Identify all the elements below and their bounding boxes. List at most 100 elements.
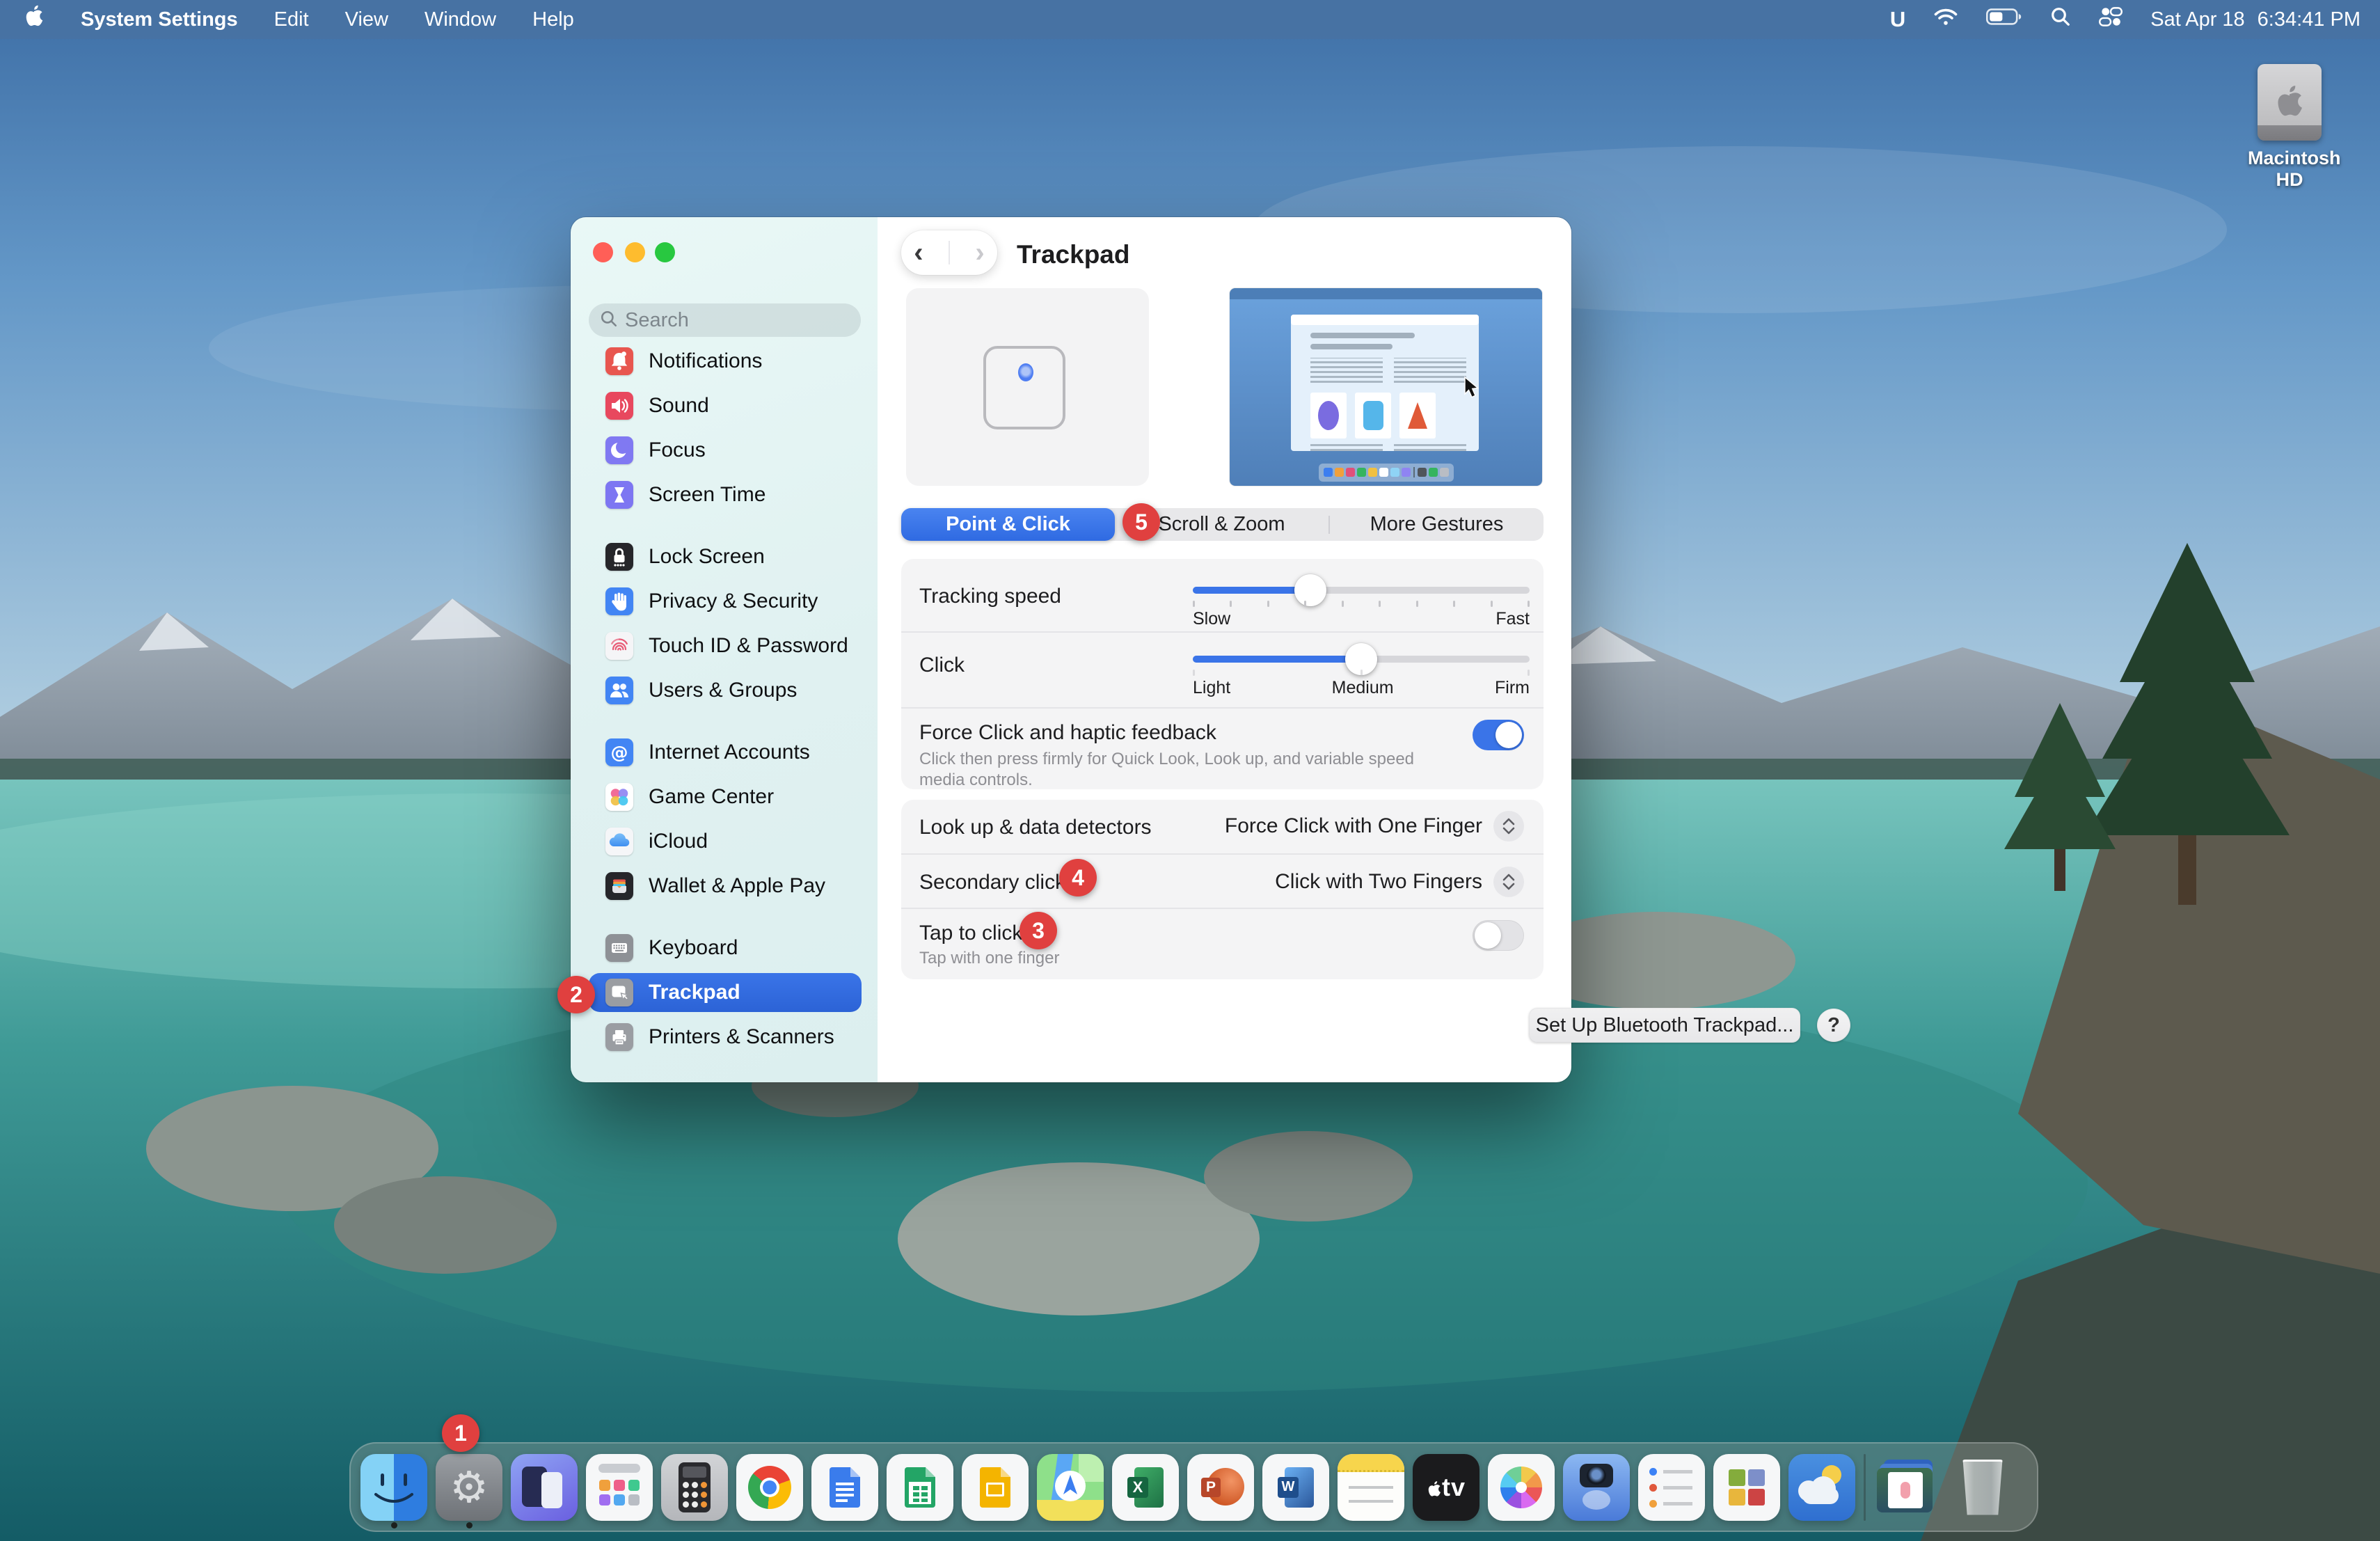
tap-to-click-description: Tap with one finger [919,948,1059,969]
dock-icon-excel[interactable]: X [1112,1454,1179,1521]
tracking-speed-slider[interactable] [1193,587,1530,594]
lock-icon [605,543,633,571]
sidebar-item-focus[interactable]: Focus [571,428,878,473]
menubar-clock[interactable]: Sat Apr 186:34:41 PM [2150,8,2361,31]
dock-icon-weather[interactable] [1788,1454,1855,1521]
menu-edit[interactable]: Edit [274,8,309,31]
sidebar-item-internet-accounts[interactable]: @ Internet Accounts [571,730,878,775]
dock-icon-downloads-stack[interactable] [1874,1454,1941,1521]
click-tick-medium: Medium [1332,678,1394,698]
sidebar-item-icloud[interactable]: iCloud [571,819,878,864]
navigation-pill: ‹ › [901,230,997,275]
dock-icon-word[interactable]: W [1262,1454,1329,1521]
click-pressure-row: Click Light Medium Firm [901,631,1544,707]
sidebar-item-wallet[interactable]: Wallet & Apple Pay [571,864,878,908]
dock-icon-iphone-mirroring[interactable] [511,1454,578,1521]
dock: ⚙ [349,1442,2038,1532]
tap-to-click-label: Tap to click [919,922,1022,945]
menu-window[interactable]: Window [425,8,496,31]
dock-icon-system-settings[interactable]: ⚙ [436,1454,502,1521]
dock-icon-photos[interactable] [1488,1454,1555,1521]
minimize-window-button[interactable] [625,242,645,262]
dock-icon-office-hub[interactable] [1713,1454,1780,1521]
sidebar-item-notifications[interactable]: Notifications [571,339,878,384]
dock-icon-google-sheets[interactable] [887,1454,953,1521]
dock-icon-notes[interactable] [1338,1454,1404,1521]
zoom-window-button[interactable] [655,242,675,262]
menu-help[interactable]: Help [532,8,574,31]
popup-chevrons-icon [1493,811,1524,841]
sidebar-item-game-center[interactable]: Game Center [571,775,878,819]
sidebar-item-sound[interactable]: Sound [571,384,878,428]
page-title: Trackpad [1017,240,1129,269]
desktop-drive-macintosh-hd[interactable]: Macintosh HD [2248,64,2331,191]
tab-point-and-click[interactable]: Point & Click [901,508,1115,541]
tracking-speed-ticks [1193,601,1530,607]
tracking-speed-row: Tracking speed Slow Fast [901,559,1544,631]
look-up-label: Look up & data detectors [919,816,1152,839]
menu-bar: System Settings Edit View Window Help U [0,0,2380,39]
dock-icon-reminders[interactable] [1638,1454,1705,1521]
control-center-icon[interactable] [2099,6,2123,33]
secondary-click-popup[interactable]: Click with Two Fingers [1275,867,1524,897]
dock-icon-finder[interactable] [360,1454,427,1521]
keyboard-icon [605,934,633,962]
spotlight-search-icon[interactable] [2050,6,2071,33]
dock-icon-launchpad[interactable] [586,1454,653,1521]
svg-text:@: @ [611,743,628,763]
tracking-speed-label: Tracking speed [919,585,1061,608]
dock-icon-chrome[interactable] [736,1454,803,1521]
force-click-toggle[interactable] [1473,720,1524,750]
click-tick-light: Light [1193,678,1230,698]
step-badge-5: 5 [1122,503,1160,541]
menu-view[interactable]: View [345,8,388,31]
sidebar-item-printers-scanners[interactable]: Printers & Scanners [571,1015,878,1059]
help-button[interactable]: ? [1817,1009,1850,1042]
sidebar-item-trackpad[interactable]: Trackpad [571,970,878,1015]
dock-icon-powerpoint[interactable]: P [1187,1454,1254,1521]
sidebar-search-field[interactable] [589,303,861,337]
settings-sidebar: Notifications Sound Focus Screen Time [571,217,878,1082]
step-badge-3: 3 [1020,912,1057,949]
battery-icon[interactable] [1986,8,2022,31]
close-window-button[interactable] [593,242,613,262]
apple-menu-icon[interactable] [24,4,45,35]
sidebar-item-screen-time[interactable]: Screen Time [571,473,878,517]
sidebar-item-lock-screen[interactable]: Lock Screen [571,535,878,579]
sidebar-item-touch-id[interactable]: Touch ID & Password [571,624,878,668]
tracking-min-label: Slow [1193,609,1230,629]
game-center-bubbles-icon [605,783,633,811]
back-button[interactable]: ‹ [914,237,923,269]
printer-icon [605,1023,633,1051]
trackpad-tab-bar: Point & Click Scroll & Zoom More Gesture… [901,508,1544,541]
sidebar-item-users-groups[interactable]: Users & Groups [571,668,878,713]
menubar-app-name[interactable]: System Settings [81,8,238,31]
wifi-icon[interactable] [1933,6,1958,33]
tab-more-gestures[interactable]: More Gestures [1330,508,1544,541]
setup-bluetooth-trackpad-button[interactable]: Set Up Bluetooth Trackpad... [1529,1008,1800,1043]
dock-icon-apple-tv[interactable]: tv [1413,1454,1479,1521]
sidebar-item-privacy-security[interactable]: Privacy & Security [571,579,878,624]
dock-icon-trash[interactable] [1949,1454,2016,1521]
dock-icon-google-docs[interactable] [811,1454,878,1521]
users-icon [605,677,633,704]
hourglass-icon [605,481,633,509]
dock-icon-google-slides[interactable] [962,1454,1029,1521]
dock-divider [1864,1454,1866,1521]
secondary-click-value: Click with Two Fingers [1275,870,1482,894]
search-input[interactable] [625,309,834,332]
look-up-popup[interactable]: Force Click with One Finger [1225,811,1524,841]
tap-to-click-toggle[interactable] [1473,920,1524,951]
step-badge-1: 1 [442,1414,479,1452]
sidebar-item-keyboard[interactable]: Keyboard [571,926,878,970]
trackpad-icon [605,979,633,1006]
vendor-status-icon[interactable]: U [1890,7,1905,32]
dock-icon-maps[interactable] [1037,1454,1104,1521]
forward-button[interactable]: › [975,237,984,269]
look-up-row: Look up & data detectors Force Click wit… [901,800,1544,853]
click-slider[interactable] [1193,656,1530,663]
dock-icon-calculator[interactable] [661,1454,728,1521]
fingerprint-icon [605,632,633,660]
dock-icon-camera-app[interactable] [1563,1454,1630,1521]
click-tick-firm: Firm [1495,678,1530,698]
